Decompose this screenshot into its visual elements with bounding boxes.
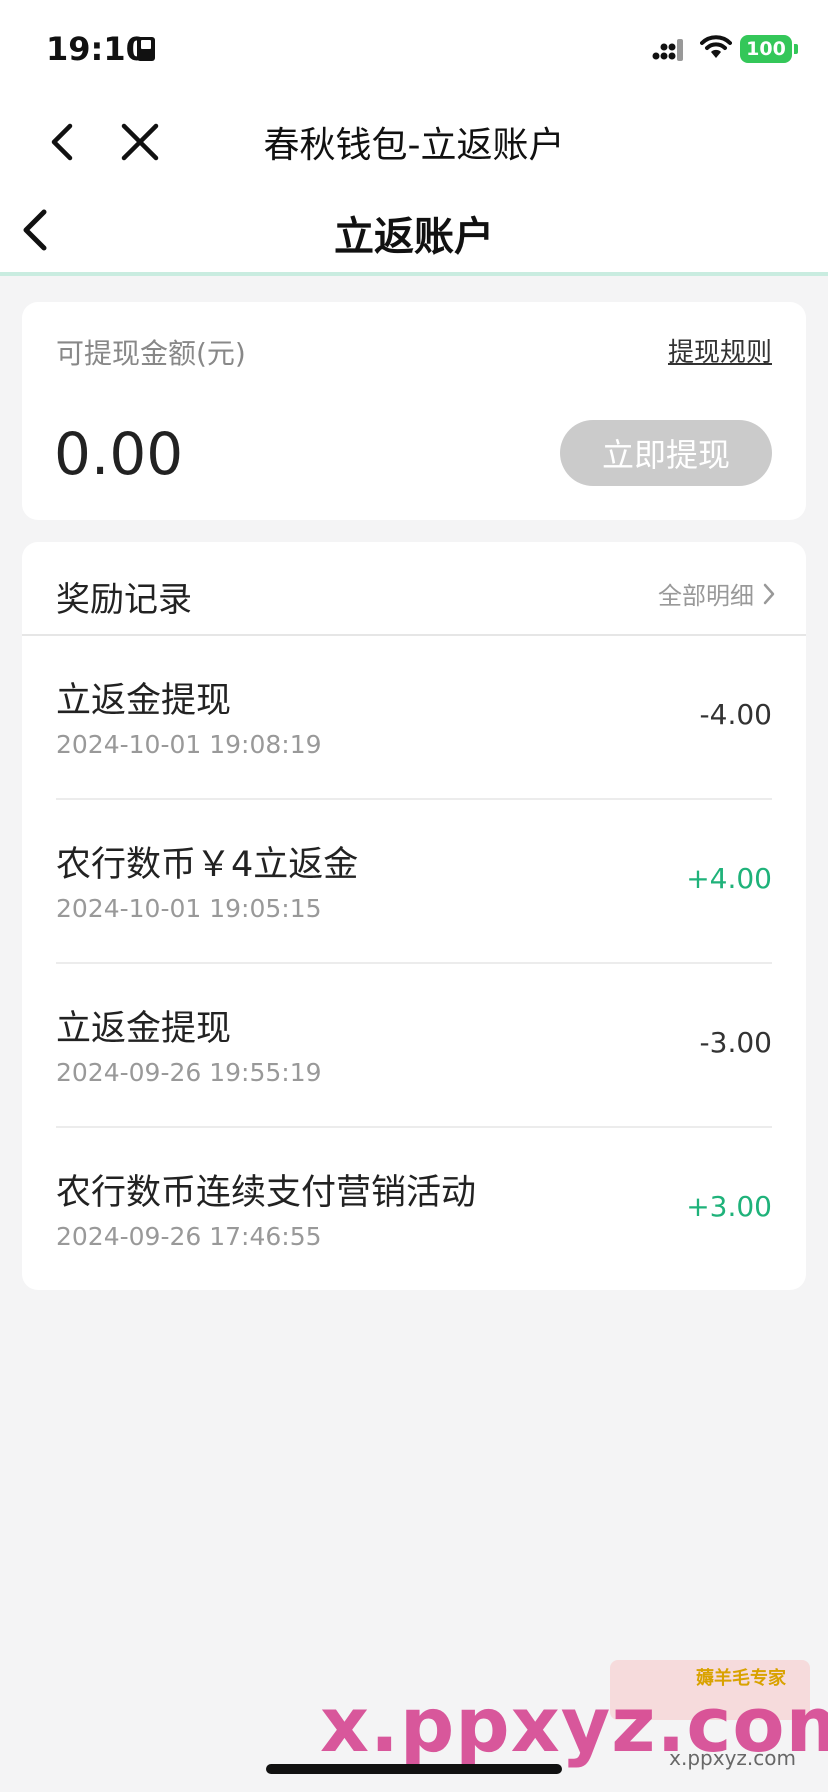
all-details-label: 全部明细 [658,582,754,610]
record-amount: -3.00 [699,1026,772,1059]
record-title: 立返金提现 [56,1009,232,1049]
balance-card: 可提现金额(元) 提现规则 0.00 立即提现 [22,302,806,520]
record-title: 农行数币￥4立返金 [56,845,359,885]
record-row[interactable]: 农行数币￥4立返金 2024-10-01 19:05:15 +4.00 [56,800,772,964]
record-time: 2024-10-01 19:05:15 [56,894,322,923]
withdraw-button[interactable]: 立即提现 [560,420,772,486]
records-header: 奖励记录 全部明细 [22,542,806,636]
watermark: 薅羊毛专家 x.ppxyz.com x.ppxyz.com [320,1660,828,1770]
page-title: 立返账户 [334,214,494,260]
balance-label: 可提现金额(元) [56,337,246,370]
record-amount: +3.00 [686,1190,772,1223]
record-row[interactable]: 立返金提现 2024-09-26 19:55:19 -3.00 [56,964,772,1128]
records-title: 奖励记录 [56,580,192,620]
watermark-badge [610,1660,810,1720]
withdraw-rules-link[interactable]: 提现规则 [668,332,772,369]
status-bar: 19:10 100 [0,0,828,100]
record-time: 2024-09-26 17:46:55 [56,1222,322,1251]
record-row[interactable]: 农行数币连续支付营销活动 2024-09-26 17:46:55 +3.00 [56,1128,772,1292]
record-row[interactable]: 立返金提现 2024-10-01 19:08:19 -4.00 [56,636,772,800]
watermark-badge-text: 薅羊毛专家 [696,1668,786,1689]
all-details-link[interactable]: 全部明细 [658,576,776,611]
mini-program-nav: 春秋钱包-立返账户 [0,100,828,184]
home-indicator [266,1764,562,1774]
record-title: 立返金提现 [56,681,232,721]
battery-indicator: 100 [740,35,792,63]
status-time: 19:10 [46,30,148,68]
records-card: 奖励记录 全部明细 立返金提现 2024-10-01 19:08:19 -4.0… [22,542,806,1290]
book-icon [136,36,158,66]
record-amount: +4.00 [686,862,772,895]
signal-icon [652,38,688,66]
watermark-main-text: x.ppxyz.com [320,1680,828,1769]
record-title: 农行数币连续支付营销活动 [56,1173,477,1213]
page-header: 立返账户 [0,184,828,276]
battery-cap [794,44,798,54]
record-time: 2024-09-26 19:55:19 [56,1058,322,1087]
record-time: 2024-10-01 19:08:19 [56,730,322,759]
chevron-right-icon [763,583,775,604]
wifi-icon [700,34,732,64]
record-amount: -4.00 [699,698,772,731]
mini-program-title: 春秋钱包-立返账户 [263,125,565,166]
watermark-sub-text: x.ppxyz.com [669,1746,796,1770]
balance-amount: 0.00 [54,420,184,488]
